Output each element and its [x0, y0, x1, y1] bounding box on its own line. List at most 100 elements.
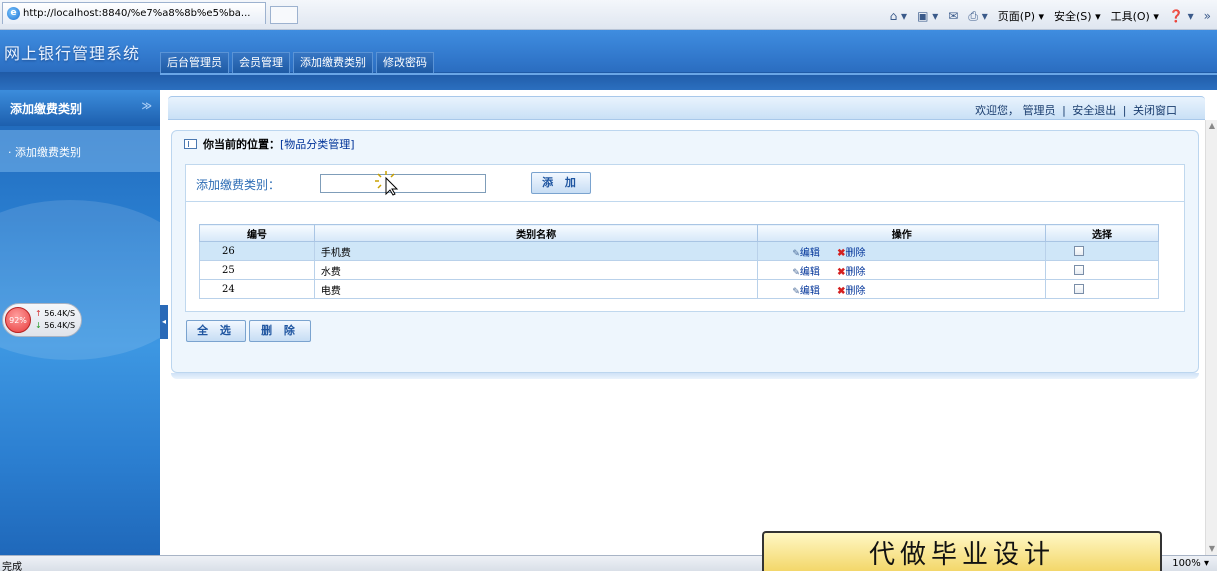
table-header-row: 编号 类别名称 操作 选择 — [199, 224, 1159, 242]
pencil-icon: ✎ — [792, 248, 800, 259]
user-link[interactable]: 管理员 — [1023, 104, 1056, 117]
close-window-link[interactable]: 关闭窗口 — [1133, 104, 1177, 117]
scroll-down-icon[interactable]: ▼ — [1206, 543, 1217, 555]
row-name: 电费 — [313, 279, 759, 299]
logout-link[interactable]: 安全退出 — [1072, 104, 1116, 117]
row-id: 24 — [199, 279, 315, 299]
nav-add-fee-type[interactable]: 添加缴费类别 — [293, 52, 373, 73]
collapse-chevron-icon[interactable]: ≫ — [142, 101, 152, 112]
add-form: 添加缴费类别： 添 加 — [185, 164, 1185, 202]
browser-toolbar: e http://localhost:8840/%e7%a8%8b%e5%ba.… — [0, 0, 1217, 30]
download-speed: 56.4K/S — [44, 321, 76, 330]
sidebar-toggle-arrow-icon[interactable]: ◂ — [160, 305, 168, 339]
browser-tab[interactable]: e http://localhost:8840/%e7%a8%8b%e5%ba.… — [2, 2, 266, 24]
delete-link[interactable]: ✖删除 — [837, 267, 865, 278]
delete-selected-button[interactable]: 删 除 — [249, 320, 311, 342]
select-all-button[interactable]: 全 选 — [186, 320, 246, 342]
edit-label: 编辑 — [799, 247, 820, 259]
netspeed-widget[interactable]: 92% ↑ 56.4K/S ↓ 56.4K/S — [2, 303, 82, 337]
edit-link[interactable]: ✎编辑 — [792, 267, 820, 278]
pencil-icon: ✎ — [792, 267, 800, 278]
nav-change-password[interactable]: 修改密码 — [376, 52, 434, 73]
upload-speed: 56.4K/S — [44, 309, 76, 318]
row-actions: ✎编辑 ✖删除 — [757, 241, 1047, 261]
browser-tab-title: http://localhost:8840/%e7%a8%8b%e5%ba... — [23, 8, 251, 19]
nav-divider — [160, 73, 1217, 75]
system-title: 网上银行管理系统 — [4, 44, 141, 63]
table-row[interactable]: 26 手机费 ✎编辑 ✖删除 — [199, 241, 1159, 261]
delete-label: 删除 — [845, 247, 866, 259]
edit-label: 编辑 — [799, 266, 820, 278]
status-text: 完成 — [2, 562, 22, 571]
row-name: 手机费 — [313, 241, 759, 261]
tools-menu[interactable]: 工具(O) ▾ — [1111, 8, 1159, 24]
edit-link[interactable]: ✎编辑 — [792, 248, 820, 259]
breadcrumb: 你当前的位置： [物品分类管理] — [184, 136, 355, 152]
mail-icon[interactable]: ✉ — [948, 9, 958, 23]
print-icon[interactable]: ⎙ ▾ — [968, 9, 987, 24]
edit-link[interactable]: ✎编辑 — [792, 286, 820, 297]
row-checkbox[interactable] — [1074, 284, 1085, 294]
delete-label: 删除 — [845, 266, 866, 278]
add-button[interactable]: 添 加 — [531, 172, 591, 194]
welcome-bar: 欢迎您， 管理员 | 安全退出 | 关闭窗口 — [168, 96, 1205, 120]
window-icon — [184, 139, 197, 149]
row-id: 25 — [199, 260, 315, 280]
vertical-scrollbar[interactable]: ▲ ▼ — [1205, 120, 1217, 555]
sidebar-header[interactable]: 添加缴费类别 ≫ — [0, 90, 160, 126]
safety-menu[interactable]: 安全(S) ▾ — [1054, 8, 1101, 24]
table-container: 编号 类别名称 操作 选择 26 手机费 ✎编辑 ✖删除 25 水费 ✎编辑 ✖… — [185, 202, 1185, 312]
netspeed-download: ↓ 56.4K/S — [35, 321, 75, 330]
row-checkbox[interactable] — [1074, 265, 1085, 275]
sidebar-header-label: 添加缴费类别 — [10, 102, 83, 116]
row-select — [1045, 279, 1159, 299]
row-select — [1045, 241, 1159, 261]
zoom-level[interactable]: 100% ▾ — [1172, 558, 1209, 569]
scroll-up-icon[interactable]: ▲ — [1206, 120, 1217, 132]
top-nav: 后台管理员 会员管理 添加缴费类别 修改密码 — [160, 52, 437, 73]
separator: | — [1062, 104, 1066, 117]
netspeed-percent: 92% — [5, 307, 31, 333]
netspeed-upload: ↑ 56.4K/S — [35, 309, 75, 318]
home-icon[interactable]: ⌂ ▾ — [890, 9, 907, 23]
page-menu[interactable]: 页面(P) ▾ — [998, 8, 1044, 24]
nav-admin[interactable]: 后台管理员 — [160, 52, 229, 73]
delete-link[interactable]: ✖删除 — [837, 248, 865, 259]
col-actions: 操作 — [757, 224, 1047, 242]
mouse-cursor-icon — [375, 171, 399, 196]
row-actions: ✎编辑 ✖删除 — [757, 279, 1047, 299]
edit-label: 编辑 — [799, 285, 820, 297]
breadcrumb-label: 你当前的位置： — [203, 138, 280, 151]
overlay-banner[interactable]: 代做毕业设计 — [762, 531, 1162, 571]
col-id: 编号 — [199, 224, 315, 242]
fee-type-label: 添加缴费类别： — [196, 178, 281, 192]
nav-members[interactable]: 会员管理 — [232, 52, 290, 73]
col-select: 选择 — [1045, 224, 1159, 242]
fee-type-table: 编号 类别名称 操作 选择 26 手机费 ✎编辑 ✖删除 25 水费 ✎编辑 ✖… — [199, 224, 1159, 299]
welcome-text: 欢迎您， — [975, 104, 1020, 117]
download-arrow-icon: ↓ — [35, 321, 42, 330]
delete-label: 删除 — [845, 285, 866, 297]
row-name: 水费 — [313, 260, 759, 280]
fee-type-input[interactable] — [320, 174, 486, 193]
table-row[interactable]: 25 水费 ✎编辑 ✖删除 — [199, 260, 1159, 280]
row-checkbox[interactable] — [1074, 246, 1085, 256]
delete-link[interactable]: ✖删除 — [837, 286, 865, 297]
help-icon[interactable]: ❓ ▾ — [1169, 9, 1194, 23]
content-panel: 你当前的位置： [物品分类管理] 添加缴费类别： 添 加 编号 类别名称 操作 … — [171, 130, 1199, 373]
new-tab-button[interactable] — [270, 6, 298, 24]
table-row[interactable]: 24 电费 ✎编辑 ✖删除 — [199, 279, 1159, 299]
col-name: 类别名称 — [313, 224, 759, 242]
pencil-icon: ✎ — [792, 286, 800, 297]
app-header: 网上银行管理系统 后台管理员 会员管理 添加缴费类别 修改密码 — [0, 30, 1217, 90]
row-id: 26 — [199, 241, 315, 261]
command-bar: ⌂ ▾ ▣ ▾ ✉ ⎙ ▾ 页面(P) ▾ 安全(S) ▾ 工具(O) ▾ ❓ … — [890, 8, 1211, 24]
more-chevron-icon[interactable]: » — [1204, 9, 1211, 23]
separator: | — [1122, 104, 1127, 117]
upload-arrow-icon: ↑ — [35, 309, 42, 318]
breadcrumb-location: [物品分类管理] — [280, 138, 355, 151]
welcome-links: 欢迎您， 管理员 | 安全退出 | 关闭窗口 — [975, 102, 1177, 118]
feeds-icon[interactable]: ▣ ▾ — [917, 9, 938, 23]
sidebar-item-add-fee-type[interactable]: · 添加缴费类别 — [0, 130, 160, 172]
panel-footer — [171, 373, 1199, 379]
